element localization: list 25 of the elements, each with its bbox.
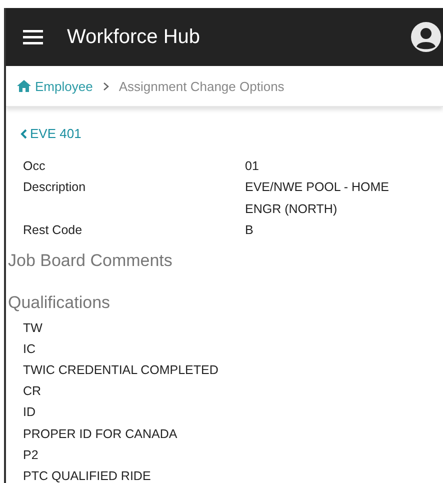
user-avatar-icon[interactable] xyxy=(411,22,441,52)
field-value: 01 xyxy=(245,158,260,174)
qualification-item: PTC QUALIFIED RIDE xyxy=(23,468,151,483)
qualification-item: ID xyxy=(23,404,36,422)
chevron-left-icon xyxy=(20,128,27,138)
qualification-item: TWIC CREDENTIAL COMPLETED xyxy=(23,362,218,379)
qualification-item: P2 xyxy=(23,446,38,464)
back-link[interactable]: EVE 401 xyxy=(20,126,82,141)
breadcrumb-link[interactable]: Employee xyxy=(17,78,93,94)
section-heading: Qualifications xyxy=(7,292,112,314)
field-value: B xyxy=(245,222,254,239)
qualification-item: PROPER ID FOR CANADA xyxy=(23,426,178,443)
qualification-item: IC xyxy=(23,340,36,358)
menu-icon[interactable] xyxy=(23,29,43,45)
home-icon xyxy=(17,80,31,92)
qualification-item: TW xyxy=(23,320,42,336)
app-title: Workforce Hub xyxy=(67,26,202,48)
field-label: Description xyxy=(23,179,87,196)
field-value: EVE/NWE POOL - HOME ENGR (NORTH) xyxy=(245,179,390,218)
field-label: Occ xyxy=(23,158,46,174)
chevron-right-icon xyxy=(102,82,109,90)
section-heading: Job Board Comments xyxy=(7,250,174,272)
field-label: Rest Code xyxy=(23,222,84,239)
qualification-item: CR xyxy=(23,383,42,400)
breadcrumb-current: Assignment Change Options xyxy=(118,78,284,94)
